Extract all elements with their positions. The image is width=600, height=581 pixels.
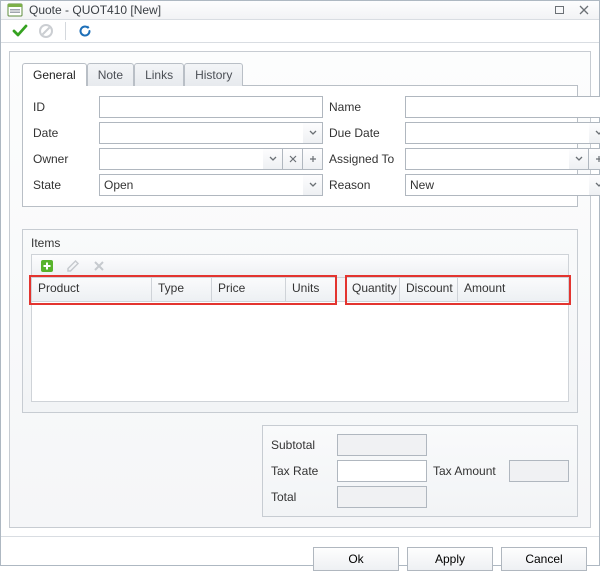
name-field[interactable] bbox=[405, 96, 600, 118]
col-quantity[interactable]: Quantity bbox=[346, 278, 400, 301]
window-icon bbox=[7, 2, 23, 18]
refresh-button[interactable] bbox=[74, 20, 96, 42]
date-label: Date bbox=[33, 126, 93, 140]
form-grid: ID Name Date Due Date Owner bbox=[33, 96, 567, 196]
state-field[interactable] bbox=[99, 174, 323, 196]
close-button[interactable] bbox=[575, 1, 593, 19]
restore-button[interactable] bbox=[551, 1, 569, 19]
col-type[interactable]: Type bbox=[152, 278, 212, 301]
col-discount[interactable]: Discount bbox=[400, 278, 458, 301]
toolbar bbox=[1, 20, 599, 43]
total-label: Total bbox=[271, 490, 331, 504]
reason-label: Reason bbox=[329, 178, 399, 192]
accept-button[interactable] bbox=[9, 20, 31, 42]
tab-note[interactable]: Note bbox=[87, 63, 134, 86]
tab-container: General Note Links History ID Name Date … bbox=[9, 51, 591, 528]
chevron-down-icon[interactable] bbox=[589, 122, 600, 144]
subtotal-field bbox=[337, 434, 427, 456]
add-item-button[interactable] bbox=[36, 255, 58, 277]
tab-general[interactable]: General bbox=[22, 63, 87, 86]
state-label: State bbox=[33, 178, 93, 192]
assigned-to-field[interactable] bbox=[405, 148, 600, 170]
tax-rate-label: Tax Rate bbox=[271, 464, 331, 478]
clear-icon[interactable] bbox=[283, 148, 303, 170]
edit-item-button[interactable] bbox=[62, 255, 84, 277]
chevron-down-icon[interactable] bbox=[303, 174, 323, 196]
col-price[interactable]: Price bbox=[212, 278, 286, 301]
total-field bbox=[337, 486, 427, 508]
chevron-down-icon[interactable] bbox=[569, 148, 589, 170]
delete-item-button[interactable] bbox=[88, 255, 110, 277]
plus-icon[interactable] bbox=[303, 148, 323, 170]
owner-field[interactable] bbox=[99, 148, 323, 170]
owner-label: Owner bbox=[33, 152, 93, 166]
due-date-field[interactable] bbox=[405, 122, 600, 144]
cancel-button[interactable]: Cancel bbox=[501, 547, 587, 571]
items-panel: Items Product Type Price Units bbox=[22, 229, 578, 413]
id-field[interactable] bbox=[99, 96, 323, 118]
date-field[interactable] bbox=[99, 122, 323, 144]
footer: Ok Apply Cancel bbox=[1, 536, 599, 581]
chevron-down-icon[interactable] bbox=[303, 122, 323, 144]
tab-strip: General Note Links History bbox=[10, 62, 590, 85]
titlebar: Quote - QUOT410 [New] bbox=[1, 1, 599, 20]
totals-panel: Subtotal Tax Rate Tax Amount Total bbox=[22, 425, 578, 517]
tax-rate-field[interactable] bbox=[337, 460, 427, 482]
plus-icon[interactable] bbox=[589, 148, 600, 170]
due-date-label: Due Date bbox=[329, 126, 399, 140]
col-amount[interactable]: Amount bbox=[458, 278, 568, 301]
name-label: Name bbox=[329, 100, 399, 114]
cancel-icon-button[interactable] bbox=[35, 20, 57, 42]
chevron-down-icon[interactable] bbox=[589, 174, 600, 196]
id-label: ID bbox=[33, 100, 93, 114]
items-toolbar bbox=[31, 254, 569, 278]
tab-history[interactable]: History bbox=[184, 63, 243, 86]
tab-links[interactable]: Links bbox=[134, 63, 184, 86]
tab-general-page: ID Name Date Due Date Owner bbox=[22, 85, 578, 207]
chevron-down-icon[interactable] bbox=[263, 148, 283, 170]
separator bbox=[65, 22, 66, 40]
items-body bbox=[31, 302, 569, 402]
assigned-to-label: Assigned To bbox=[329, 152, 399, 166]
subtotal-label: Subtotal bbox=[271, 438, 331, 452]
tax-amount-field bbox=[509, 460, 569, 482]
col-product[interactable]: Product bbox=[32, 278, 152, 301]
reason-field[interactable] bbox=[405, 174, 600, 196]
items-header: Product Type Price Units Quantity Discou… bbox=[31, 278, 569, 302]
col-units[interactable]: Units bbox=[286, 278, 336, 301]
apply-button[interactable]: Apply bbox=[407, 547, 493, 571]
items-title: Items bbox=[31, 236, 569, 250]
ok-button[interactable]: Ok bbox=[313, 547, 399, 571]
tax-amount-label: Tax Amount bbox=[433, 464, 503, 478]
window-title: Quote - QUOT410 [New] bbox=[29, 3, 545, 17]
quote-window: Quote - QUOT410 [New] General Note Links… bbox=[0, 0, 600, 566]
